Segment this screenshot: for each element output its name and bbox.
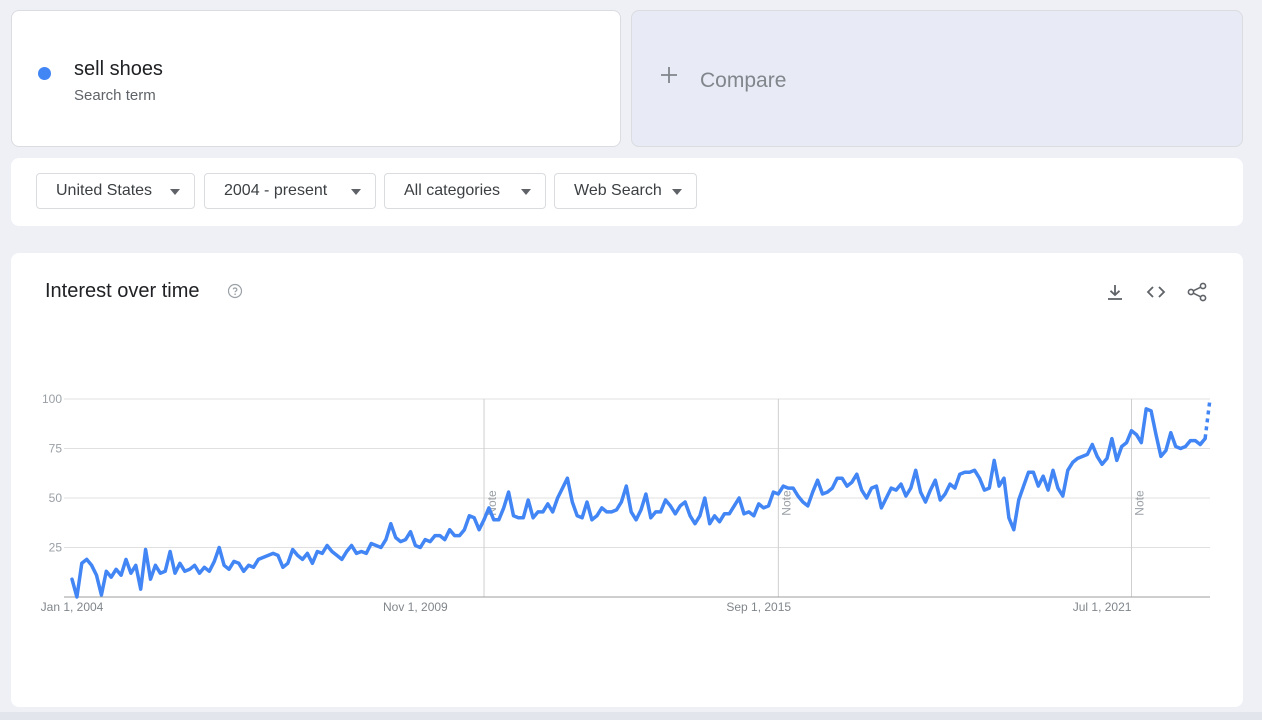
- y-tick-label: 75: [49, 442, 63, 456]
- y-tick-label: 100: [42, 392, 62, 406]
- interest-line-chart: 100755025Note Note NoteJan 1, 2004 Nov 1, 2…: [41, 392, 1212, 614]
- series-partial-line: [1198, 398, 1212, 446]
- x-tick-label: Nov 1, 2009: [383, 600, 448, 614]
- x-tick-label: Sep 1, 2015: [726, 600, 791, 614]
- x-tick-label: Jan 1, 2004: [41, 600, 104, 614]
- note-label: Note: [1133, 490, 1147, 516]
- series-line: [70, 407, 1207, 599]
- y-tick-label: 25: [49, 541, 63, 555]
- note-label: Note: [779, 490, 793, 516]
- page-bottom-strip: [0, 712, 1262, 720]
- x-tick-label: Jul 1, 2021: [1073, 600, 1132, 614]
- y-tick-label: 50: [49, 491, 63, 505]
